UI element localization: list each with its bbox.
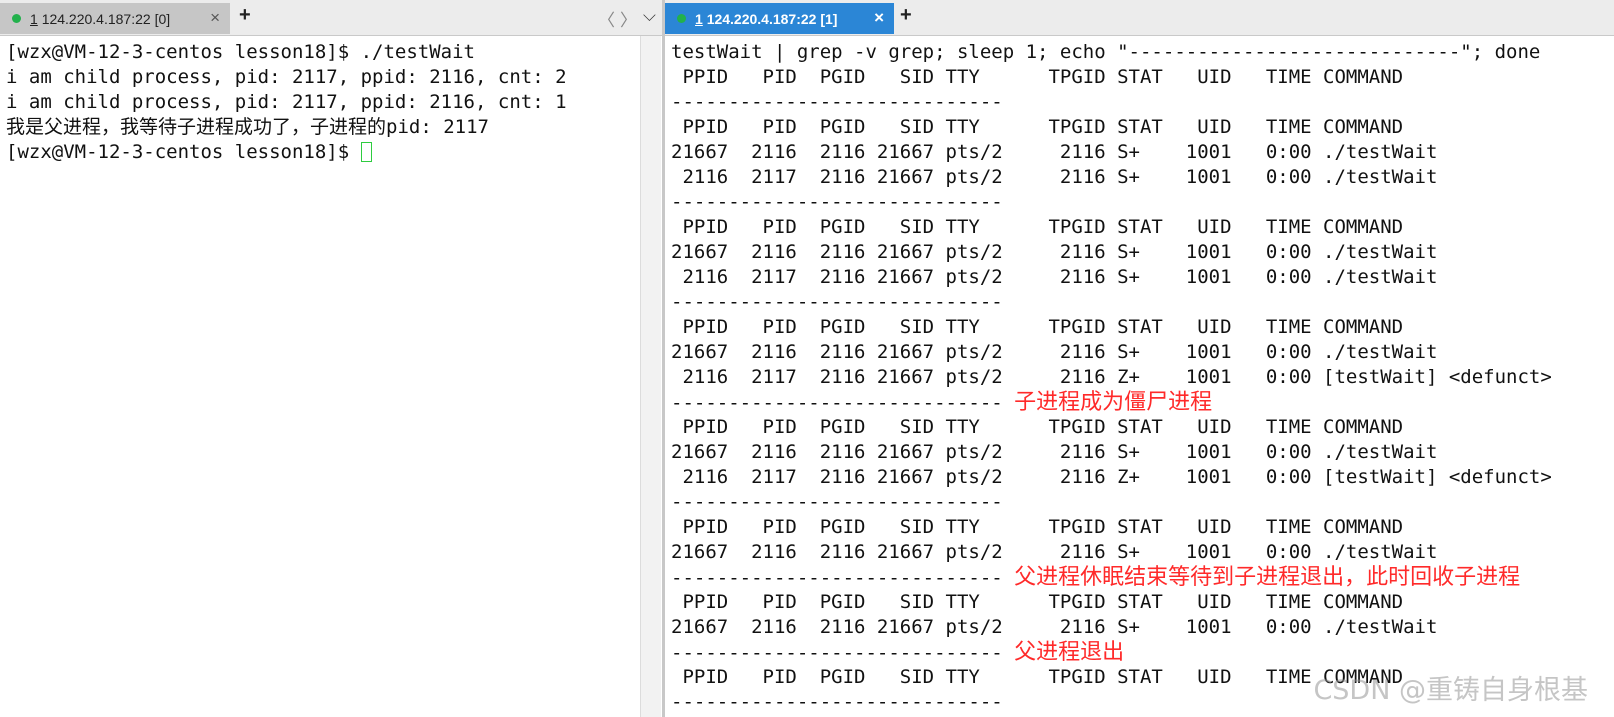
chevron-right-icon[interactable]: 〉: [620, 6, 637, 31]
terminal-line-text: 2116 2117 2116 21667 pts/2 2116 S+ 1001 …: [671, 166, 1438, 188]
terminal-line-text: PPID PID PGID SID TTY TPGID STAT UID TIM…: [671, 666, 1404, 688]
scrollbar[interactable]: [640, 36, 661, 717]
terminal-line-text: [wzx@VM-12-3-centos lesson18]$ ./testWai…: [6, 41, 475, 63]
terminal-line-text: 21667 2116 2116 21667 pts/2 2116 S+ 1001…: [671, 541, 1438, 563]
terminal-line-text: -----------------------------: [671, 642, 1015, 664]
terminal-line: [wzx@VM-12-3-centos lesson18]$ ./testWai…: [6, 40, 662, 65]
terminal-line: ----------------------------- 父进程退出: [671, 640, 1614, 665]
terminal-line-text: -----------------------------: [671, 392, 1015, 414]
terminal-line-text: 2116 2117 2116 21667 pts/2 2116 Z+ 1001 …: [671, 466, 1552, 488]
terminal-line-text: 2116 2117 2116 21667 pts/2 2116 Z+ 1001 …: [671, 366, 1552, 388]
terminal-line-text: 21667 2116 2116 21667 pts/2 2116 S+ 1001…: [671, 241, 1438, 263]
terminal-line: 21667 2116 2116 21667 pts/2 2116 S+ 1001…: [671, 340, 1614, 365]
terminal-line-text: PPID PID PGID SID TTY TPGID STAT UID TIM…: [671, 516, 1404, 538]
terminal-line-text: 2116 2117 2116 21667 pts/2 2116 S+ 1001 …: [671, 266, 1438, 288]
terminal-line: [wzx@VM-12-3-centos lesson18]$: [6, 140, 662, 165]
terminal-line: PPID PID PGID SID TTY TPGID STAT UID TIM…: [671, 415, 1614, 440]
terminal-line-text: 21667 2116 2116 21667 pts/2 2116 S+ 1001…: [671, 341, 1438, 363]
terminal-line: -----------------------------: [671, 190, 1614, 215]
terminal-line: i am child process, pid: 2117, ppid: 211…: [6, 90, 662, 115]
terminal-line: PPID PID PGID SID TTY TPGID STAT UID TIM…: [671, 65, 1614, 90]
terminal-line-text: PPID PID PGID SID TTY TPGID STAT UID TIM…: [671, 66, 1404, 88]
terminal-line: 2116 2117 2116 21667 pts/2 2116 S+ 1001 …: [671, 165, 1614, 190]
terminal-line: 2116 2117 2116 21667 pts/2 2116 S+ 1001 …: [671, 265, 1614, 290]
new-tab-button[interactable]: +: [239, 4, 251, 27]
terminal-line: 21667 2116 2116 21667 pts/2 2116 S+ 1001…: [671, 240, 1614, 265]
session-tab-left[interactable]: 1 124.220.4.187:22 [0] ×: [0, 3, 230, 34]
tab-bar-right: 1 124.220.4.187:22 [1] × +: [665, 0, 1614, 36]
terminal-line: 21667 2116 2116 21667 pts/2 2116 S+ 1001…: [671, 540, 1614, 565]
terminal-line-text: PPID PID PGID SID TTY TPGID STAT UID TIM…: [671, 416, 1404, 438]
terminal-line: i am child process, pid: 2117, ppid: 211…: [6, 65, 662, 90]
red-annotation: 子进程成为僵尸进程: [1014, 390, 1213, 415]
terminal-line: 21667 2116 2116 21667 pts/2 2116 S+ 1001…: [671, 140, 1614, 165]
terminal-line-text: PPID PID PGID SID TTY TPGID STAT UID TIM…: [671, 116, 1404, 138]
terminal-line: -----------------------------: [671, 490, 1614, 515]
chevron-down-icon[interactable]: ⌵: [643, 6, 656, 26]
tab-title: 1 124.220.4.187:22 [0]: [30, 10, 171, 27]
terminal-line-text: i am child process, pid: 2117, ppid: 211…: [6, 91, 567, 113]
terminal-line: 21667 2116 2116 21667 pts/2 2116 S+ 1001…: [671, 440, 1614, 465]
terminal-line-text: 21667 2116 2116 21667 pts/2 2116 S+ 1001…: [671, 441, 1438, 463]
terminal-line: PPID PID PGID SID TTY TPGID STAT UID TIM…: [671, 215, 1614, 240]
connected-status-icon: [677, 14, 686, 23]
terminal-line-text: 21667 2116 2116 21667 pts/2 2116 S+ 1001…: [671, 141, 1438, 163]
terminal-line: 我是父进程，我等待子进程成功了，子进程的pid: 2117: [6, 115, 662, 140]
terminal-line-text: [wzx@VM-12-3-centos lesson18]$: [6, 141, 361, 163]
terminal-line-text: PPID PID PGID SID TTY TPGID STAT UID TIM…: [671, 316, 1404, 338]
terminal-line: PPID PID PGID SID TTY TPGID STAT UID TIM…: [671, 115, 1614, 140]
session-tab-right[interactable]: 1 124.220.4.187:22 [1] ×: [665, 3, 894, 34]
terminal-cursor: [360, 142, 372, 162]
watermark: CSDN @重铸自身根基: [1313, 675, 1588, 706]
terminal-line-text: -----------------------------: [671, 691, 1003, 713]
terminal-line: PPID PID PGID SID TTY TPGID STAT UID TIM…: [671, 315, 1614, 340]
terminal-line-text: -----------------------------: [671, 567, 1015, 589]
terminal-line: PPID PID PGID SID TTY TPGID STAT UID TIM…: [671, 515, 1614, 540]
terminal-line-text: PPID PID PGID SID TTY TPGID STAT UID TIM…: [671, 216, 1404, 238]
terminal-line-text: PPID PID PGID SID TTY TPGID STAT UID TIM…: [671, 591, 1404, 613]
terminal-line: testWait | grep -v grep; sleep 1; echo "…: [671, 40, 1614, 65]
connected-status-icon: [12, 14, 21, 23]
tab-bar-left: 1 124.220.4.187:22 [0] × + 〈 〉 ⌵: [0, 0, 662, 36]
terminal-line-text: 我是父进程，我等待子进程成功了，子进程的pid: 2117: [6, 116, 489, 138]
terminal-line: 2116 2117 2116 21667 pts/2 2116 Z+ 1001 …: [671, 465, 1614, 490]
terminal-line-text: -----------------------------: [671, 191, 1003, 213]
terminal-output-right[interactable]: testWait | grep -v grep; sleep 1; echo "…: [671, 40, 1614, 717]
tab-title: 1 124.220.4.187:22 [1]: [695, 10, 838, 27]
terminal-line: 2116 2117 2116 21667 pts/2 2116 Z+ 1001 …: [671, 365, 1614, 390]
terminal-line-text: -----------------------------: [671, 91, 1003, 113]
terminal-line: ----------------------------- 子进程成为僵尸进程: [671, 390, 1614, 415]
terminal-line-text: -----------------------------: [671, 291, 1003, 313]
terminal-line-text: i am child process, pid: 2117, ppid: 211…: [6, 66, 567, 88]
terminal-line-text: -----------------------------: [671, 491, 1003, 513]
terminal-pane-left[interactable]: 1 124.220.4.187:22 [0] × + 〈 〉 ⌵ [wzx@VM…: [0, 0, 662, 717]
terminal-line: -----------------------------: [671, 90, 1614, 115]
new-tab-button[interactable]: +: [900, 4, 912, 27]
red-annotation: 父进程休眠结束等待到子进程退出，此时回收子进程: [1014, 565, 1521, 590]
terminal-line-text: 21667 2116 2116 21667 pts/2 2116 S+ 1001…: [671, 616, 1438, 638]
terminal-line: -----------------------------: [671, 290, 1614, 315]
chevron-left-icon[interactable]: 〈: [598, 6, 615, 31]
close-tab-icon[interactable]: ×: [210, 8, 220, 28]
terminal-line: ----------------------------- 父进程休眠结束等待到…: [671, 565, 1614, 590]
close-tab-icon[interactable]: ×: [874, 8, 884, 28]
terminal-line-text: testWait | grep -v grep; sleep 1; echo "…: [671, 41, 1541, 63]
terminal-pane-right[interactable]: 1 124.220.4.187:22 [1] × + testWait | gr…: [665, 0, 1614, 717]
terminal-output-left[interactable]: [wzx@VM-12-3-centos lesson18]$ ./testWai…: [6, 40, 662, 717]
red-annotation: 父进程退出: [1014, 640, 1125, 665]
terminal-line: PPID PID PGID SID TTY TPGID STAT UID TIM…: [671, 590, 1614, 615]
terminal-line: 21667 2116 2116 21667 pts/2 2116 S+ 1001…: [671, 615, 1614, 640]
